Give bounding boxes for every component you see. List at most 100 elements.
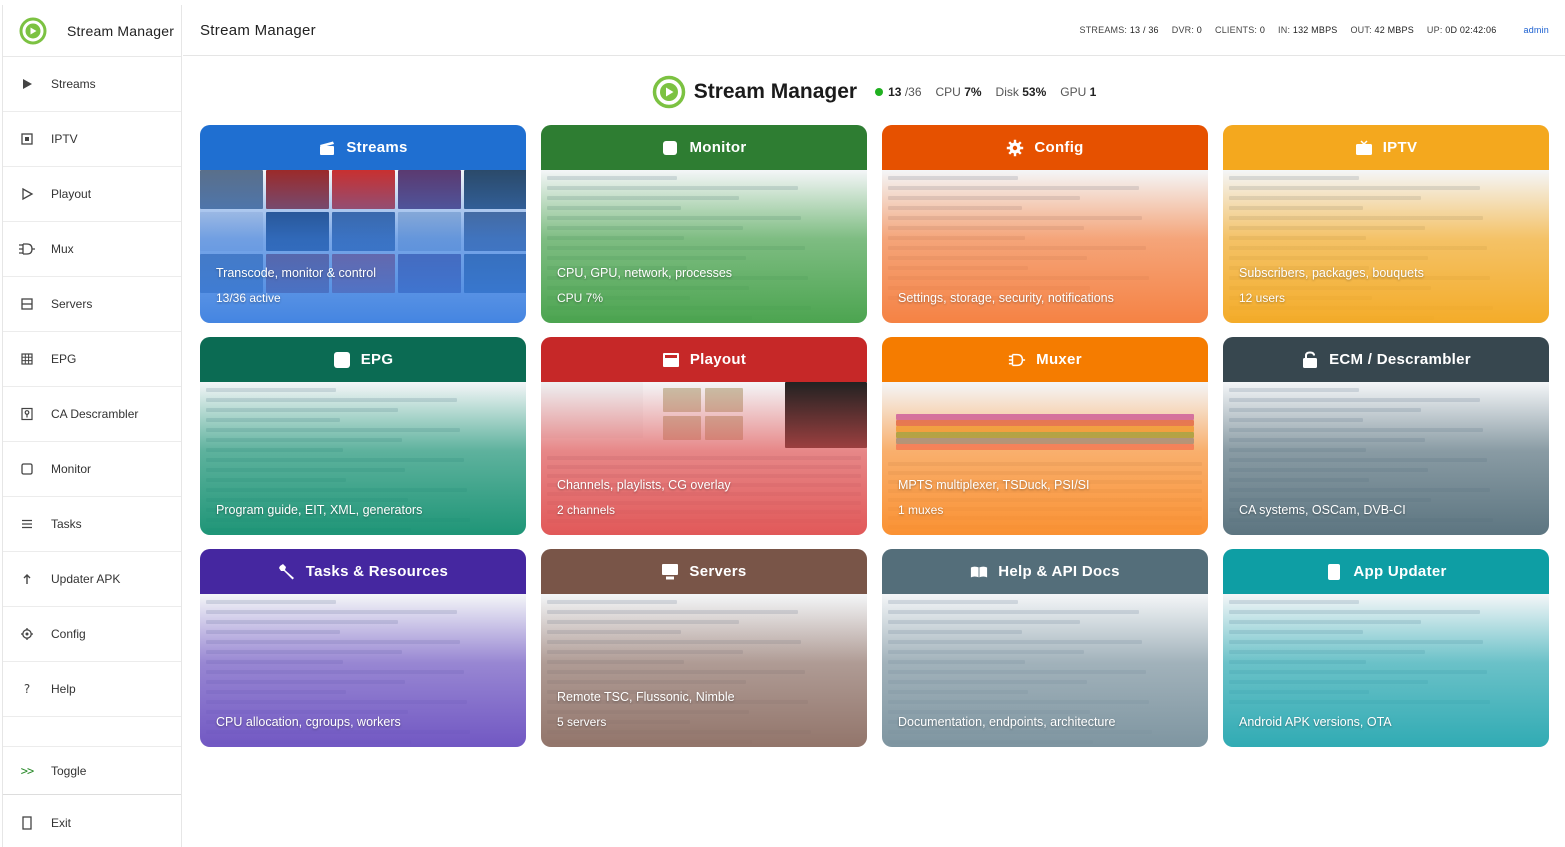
wrench-icon (278, 563, 296, 581)
hero-logo-icon (652, 75, 685, 109)
card-preview: CA systems, OSCam, DVB-CI (1223, 382, 1549, 535)
sidebar-item-label: EPG (51, 352, 77, 366)
sidebar-toggle-button[interactable]: >> Toggle (3, 747, 181, 795)
module-card-help-api-docs[interactable]: Help & API Docs Documentation, endpoints… (882, 549, 1208, 747)
module-card-monitor[interactable]: Monitor CPU, GPU, network, processes CPU… (541, 125, 867, 323)
sidebar-item-ca-descrambler[interactable]: CA Descrambler (3, 387, 181, 442)
server-icon (3, 297, 51, 311)
sidebar-item-tasks[interactable]: Tasks (3, 497, 181, 552)
header-stat-out: OUT: 42 MBPS (1350, 25, 1413, 35)
sidebar-item-label: IPTV (51, 132, 78, 146)
card-title: Monitor (689, 139, 747, 156)
card-title: Servers (689, 563, 747, 580)
header-stat-clients: CLIENTS: 0 (1215, 25, 1265, 35)
module-card-epg[interactable]: EPG Program guide, EIT, XML, generators (200, 337, 526, 535)
sidebar-item-config[interactable]: Config (3, 607, 181, 662)
hero-disk-value: 53% (1022, 85, 1047, 99)
sidebar-app-name: Stream Manager (67, 22, 175, 39)
hero-cpu-value: 7% (964, 85, 982, 99)
module-card-streams[interactable]: Streams Transcode, monitor & control 13/… (200, 125, 526, 323)
card-title: ECM / Descrambler (1329, 351, 1471, 368)
sidebar-item-monitor[interactable]: Monitor (3, 442, 181, 497)
card-preview: MPTS multiplexer, TSDuck, PSI/SI 1 muxes (882, 382, 1208, 535)
card-header: IPTV (1223, 125, 1549, 170)
film-icon (662, 351, 680, 369)
sidebar-exit-button[interactable]: Exit (3, 795, 181, 847)
double-chevron-right-icon: >> (20, 763, 34, 778)
hero-gpu-label: GPU (1060, 85, 1087, 99)
card-header: Servers (541, 549, 867, 594)
card-preview: Android APK versions, OTA (1223, 594, 1549, 747)
sidebar-item-streams[interactable]: Streams (3, 57, 181, 112)
card-title: Help & API Docs (998, 563, 1120, 580)
card-header: Help & API Docs (882, 549, 1208, 594)
module-card-tasks-resources[interactable]: Tasks & Resources CPU allocation, cgroup… (200, 549, 526, 747)
module-card-grid: Streams Transcode, monitor & control 13/… (200, 125, 1549, 747)
card-title: Streams (346, 139, 408, 156)
dashboard-hero: Stream Manager 13 /36 CPU 7% Disk 53% GP… (183, 75, 1565, 109)
mux-icon (1008, 351, 1026, 369)
lock-icon (1301, 350, 1319, 369)
card-title: EPG (360, 351, 394, 368)
module-card-config[interactable]: Config Settings, storage, security, noti… (882, 125, 1208, 323)
hero-active-count: 13 (888, 85, 902, 99)
card-description: MPTS multiplexer, TSDuck, PSI/SI (898, 478, 1090, 492)
sidebar-item-help[interactable]: ? Help (3, 662, 181, 717)
card-description: Android APK versions, OTA (1239, 715, 1392, 729)
card-preview: Remote TSC, Flussonic, Nimble 5 servers (541, 594, 867, 747)
card-description: Program guide, EIT, XML, generators (216, 503, 423, 517)
server-icon (661, 563, 679, 581)
card-preview: CPU, GPU, network, processes CPU 7% (541, 170, 867, 323)
header-stat-value: 0 (1196, 25, 1203, 35)
card-description: Remote TSC, Flussonic, Nimble (557, 690, 735, 704)
sidebar-item-updater-apk[interactable]: Updater APK (3, 552, 181, 607)
module-card-iptv[interactable]: IPTV Subscribers, packages, bouquets 12 … (1223, 125, 1549, 323)
sidebar-item-epg[interactable]: EPG (3, 332, 181, 387)
module-card-app-updater[interactable]: App Updater Android APK versions, OTA (1223, 549, 1549, 747)
header-stat-label: CLIENTS: (1215, 25, 1258, 35)
card-description: CA systems, OSCam, DVB-CI (1239, 503, 1406, 517)
sidebar-item-mux[interactable]: Mux (3, 222, 181, 277)
sidebar-item-label: Mux (51, 242, 74, 256)
hero-title: Stream Manager (693, 80, 858, 103)
sidebar-brand[interactable]: Stream Manager (3, 5, 181, 57)
book-icon (970, 563, 988, 581)
sidebar: Stream Manager Streams IPTV Playout Mux … (2, 5, 182, 847)
grid-icon (3, 352, 51, 366)
sidebar-toggle-label: Toggle (51, 763, 87, 778)
card-preview: Transcode, monitor & control 13/36 activ… (200, 170, 526, 323)
module-card-servers[interactable]: Servers Remote TSC, Flussonic, Nimble 5 … (541, 549, 867, 747)
hero-cpu-stat: CPU 7% (936, 85, 982, 99)
gear-icon (3, 627, 51, 641)
hero-gpu-stat: GPU 1 (1060, 85, 1096, 99)
header-stat-value: 0D 02:42:06 (1445, 25, 1497, 35)
card-preview: Program guide, EIT, XML, generators (200, 382, 526, 535)
app-logo-icon (19, 17, 47, 44)
card-header: ECM / Descrambler (1223, 337, 1549, 382)
card-header: Playout (541, 337, 867, 382)
upload-icon (3, 572, 51, 586)
card-header: EPG (200, 337, 526, 382)
question-icon: ? (3, 682, 51, 696)
card-subtext: 12 users (1239, 291, 1286, 305)
key-icon (3, 407, 51, 421)
clapper-icon (318, 139, 336, 157)
header-stat-label: OUT: (1350, 25, 1372, 35)
card-preview: Settings, storage, security, notificatio… (882, 170, 1208, 323)
card-header: App Updater (1223, 549, 1549, 594)
card-title: App Updater (1353, 563, 1447, 580)
card-header: Streams (200, 125, 526, 170)
phone-icon (1325, 563, 1343, 581)
exit-icon (3, 815, 51, 830)
sidebar-item-servers[interactable]: Servers (3, 277, 181, 332)
module-card-ecm-descrambler[interactable]: ECM / Descrambler CA systems, OSCam, DVB… (1223, 337, 1549, 535)
sidebar-exit-label: Exit (51, 815, 72, 830)
monitor-icon (661, 139, 679, 157)
sidebar-item-playout[interactable]: Playout (3, 167, 181, 222)
user-menu-link[interactable]: admin (1523, 25, 1549, 35)
app-root: Stream Manager Streams IPTV Playout Mux … (0, 0, 1565, 847)
module-card-playout[interactable]: Playout Channels, playlists, CG overlay … (541, 337, 867, 535)
module-card-muxer[interactable]: Muxer MPTS multiplexer, TSDuck, PSI/SI 1… (882, 337, 1208, 535)
play-icon (3, 77, 51, 91)
sidebar-item-iptv[interactable]: IPTV (3, 112, 181, 167)
